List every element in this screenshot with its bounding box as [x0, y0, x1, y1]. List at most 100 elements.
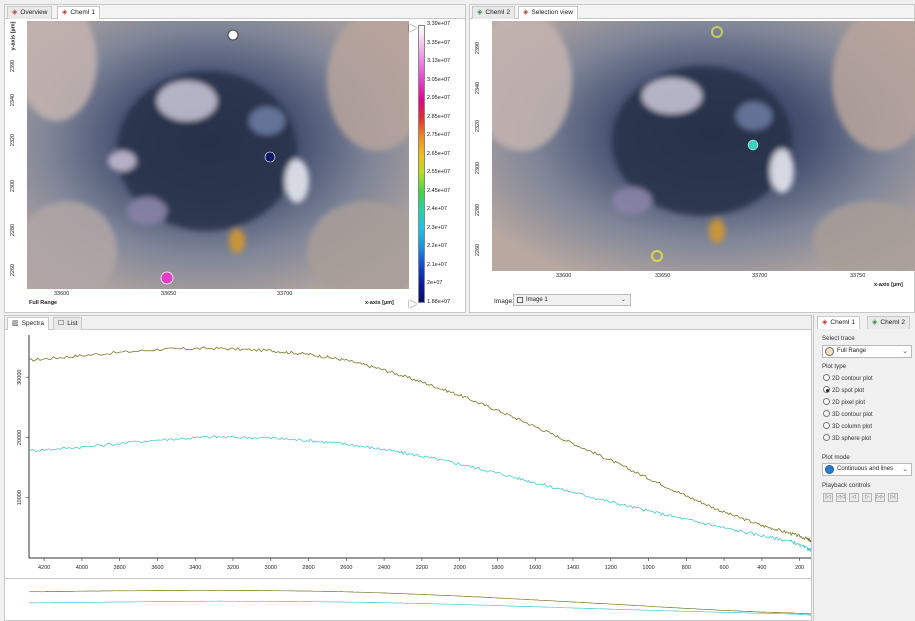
left-x-axis-label: x-axis [µm] — [365, 300, 394, 306]
tab-sidebar-chemi-1-label: ChemI 1 — [830, 319, 855, 326]
tab-list[interactable]: ☐ List — [53, 317, 83, 330]
tab-sidebar-chemi-2-label: ChemI 2 — [880, 319, 905, 326]
tab-chemi-2[interactable]: ◈ ChemI 2 — [472, 6, 515, 19]
x-tick-label: 1000 — [642, 565, 654, 571]
spectra-chart[interactable]: 4200 4000 3800 3600 3400 3200 3000 2800 2600 2400… — [5, 331, 811, 621]
colorbar-tick-label: 3.35e+07 — [427, 39, 451, 46]
left-y-tick: 2280 — [10, 223, 17, 237]
left-y-axis-label: y-axis [µm] — [10, 21, 17, 51]
left-y-tick: 2340 — [10, 93, 17, 107]
play-button[interactable]: ▷ — [862, 493, 872, 502]
plot-type-2d-contour[interactable]: 2D contour plot — [823, 374, 873, 382]
image-label: Image: — [494, 298, 514, 305]
tab-chemi-1[interactable]: ◈ ChemI 1 — [57, 6, 100, 19]
colorbar-tick-label: 3.13e+07 — [427, 58, 451, 65]
plot-type-option-label: 3D contour plot — [832, 412, 873, 418]
left-tabbar: ◈ Overview ◈ ChemI 1 — [5, 5, 465, 19]
tab-selection-view-label: Selection view — [531, 9, 573, 16]
x-tick-label: 2800 — [302, 565, 314, 571]
overview-spectrum-line-1 — [28, 589, 811, 615]
right-x-tick: 33600 — [556, 273, 572, 279]
selection-marker-teal — [747, 139, 759, 151]
plot-type-option-label: 2D contour plot — [832, 376, 873, 382]
spot-marker-navy — [264, 151, 276, 163]
trace-select[interactable]: Full Range ⌄ — [822, 345, 912, 358]
image-select[interactable]: Image 1 ⌄ — [513, 294, 631, 306]
plot-type-2d-spot[interactable]: 2D spot plot — [823, 386, 864, 394]
rewind-button[interactable]: ◁◁ — [836, 493, 846, 502]
x-tick-label: 2000 — [454, 565, 466, 571]
spectra-icon: ▥ — [12, 320, 19, 327]
skip-end-button[interactable]: ▷| — [888, 493, 898, 502]
colorbar-tick-label: 1.88e+07 — [427, 299, 451, 305]
plot-mode-label: Plot mode — [822, 454, 850, 461]
plot-mode-select[interactable]: Continuous and lines ⌄ — [822, 463, 912, 476]
tab-sidebar-chemi-2[interactable]: ◈ ChemI 2 — [867, 316, 910, 329]
plot-type-3d-column[interactable]: 3D column plot — [823, 422, 872, 430]
x-tick-label: 4000 — [76, 565, 88, 571]
x-tick-label: 1200 — [605, 565, 617, 571]
plot-type-3d-sphere[interactable]: 3D sphere plot — [823, 434, 871, 442]
colorbar-max-handle[interactable] — [409, 24, 417, 32]
plot-type-3d-contour[interactable]: 3D contour plot — [823, 410, 873, 418]
tab-spectra[interactable]: ▥ Spectra — [7, 317, 50, 330]
overview-divider — [5, 578, 811, 579]
colorbar-tick-label: 3.39e+07 — [427, 21, 451, 27]
x-tick-label: 1400 — [567, 565, 579, 571]
chevron-down-icon: ⌄ — [620, 297, 626, 303]
plot-type-label: Plot type — [822, 363, 847, 370]
colorbar-min-handle[interactable] — [409, 300, 417, 308]
left-x-tick: 33700 — [277, 291, 293, 297]
fast-forward-button[interactable]: ▷▷ — [875, 493, 885, 502]
right-y-tick: 2280 — [475, 203, 482, 217]
y-tick-label: 10000 — [17, 490, 23, 505]
colorbar-tick-label: 2.45e+07 — [427, 187, 451, 194]
x-tick-label: 4200 — [38, 565, 50, 571]
left-x-tick: 33650 — [161, 291, 177, 297]
spectrum-line-1 — [28, 346, 811, 543]
colorbar-gradient — [418, 25, 425, 303]
spectra-tabbar: ▥ Spectra ☐ List — [5, 316, 811, 330]
x-tick-label: 3600 — [151, 565, 163, 571]
left-y-tick: 2260 — [10, 263, 17, 277]
tab-selection-view[interactable]: ◈ Selection view — [518, 6, 578, 19]
x-tick-label: 2400 — [378, 565, 390, 571]
y-tick-label: 20000 — [17, 430, 23, 445]
tab-spectra-label: Spectra — [21, 320, 45, 327]
chevron-down-icon: ⌄ — [902, 348, 908, 355]
plot-settings-sidebar: ◈ ChemI 1 ◈ ChemI 2 Select trace Full Rang… — [813, 314, 915, 621]
image-select-value: Image 1 — [526, 297, 548, 303]
right-x-tick: 33650 — [655, 273, 671, 279]
x-tick-label: 600 — [720, 565, 729, 571]
chevron-down-icon: ⌄ — [902, 466, 908, 473]
radio-icon — [823, 434, 830, 441]
image-icon — [517, 297, 523, 303]
tab-overview[interactable]: ◈ Overview — [7, 6, 53, 19]
tab-sidebar-chemi-1[interactable]: ◈ ChemI 1 — [817, 316, 860, 329]
tab-list-label: List — [67, 320, 78, 327]
plot-type-option-label: 2D spot plot — [832, 388, 865, 394]
plot-mode-select-value: Continuous and lines — [837, 466, 894, 472]
chemi-icon: ◈ — [477, 9, 483, 16]
spectrum-line-2 — [28, 435, 811, 552]
x-tick-label: 1600 — [529, 565, 541, 571]
x-tick-label: 2600 — [340, 565, 352, 571]
colorbar-tick-label: 2.75e+07 — [427, 132, 451, 139]
chemi-icon: ◈ — [62, 9, 68, 16]
left-microscope-image[interactable] — [27, 21, 409, 289]
step-back-button[interactable]: ◁ — [849, 493, 859, 502]
plot-type-option-label: 3D column plot — [832, 424, 873, 430]
colorbar-tick-label: 2.4e+07 — [427, 206, 448, 213]
radio-icon — [823, 422, 830, 429]
right-microscope-image[interactable] — [492, 21, 915, 271]
skip-start-button[interactable]: |◁ — [823, 493, 833, 502]
x-tick-label: 400 — [757, 565, 766, 571]
left-y-tick: 2390 — [10, 59, 17, 73]
playback-label: Playback controls — [822, 482, 871, 489]
plot-type-2d-pixel[interactable]: 2D pixel plot — [823, 398, 865, 406]
right-tabbar: ◈ ChemI 2 ◈ Selection view — [470, 5, 914, 19]
colorbar: 3.39e+07 3.35e+07 3.13e+07 3.05e+07 2.95e+07… — [407, 21, 465, 311]
spot-marker-white — [227, 29, 239, 41]
colorbar-tick-label: 2.1e+07 — [427, 261, 448, 268]
x-tick-label: 2200 — [416, 565, 428, 571]
